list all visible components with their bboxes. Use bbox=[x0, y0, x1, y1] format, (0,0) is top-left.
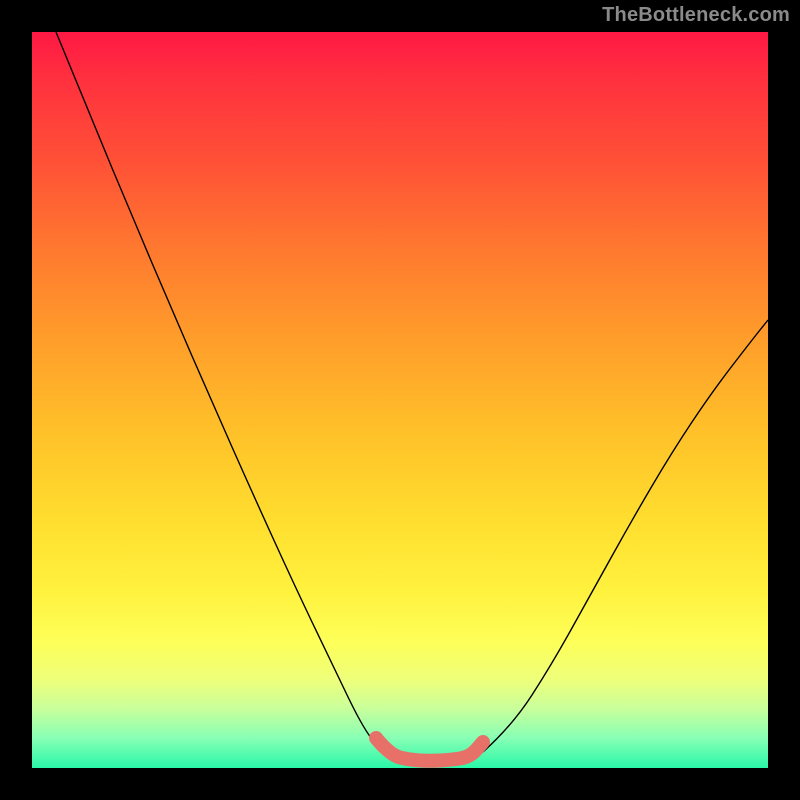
plot-area bbox=[32, 32, 768, 768]
chart-frame: TheBottleneck.com bbox=[0, 0, 800, 800]
chart-svg bbox=[32, 32, 768, 768]
left-curve-path bbox=[56, 32, 384, 752]
watermark-text: TheBottleneck.com bbox=[602, 4, 790, 27]
valley-highlight bbox=[376, 738, 483, 761]
right-curve-path bbox=[483, 320, 768, 752]
